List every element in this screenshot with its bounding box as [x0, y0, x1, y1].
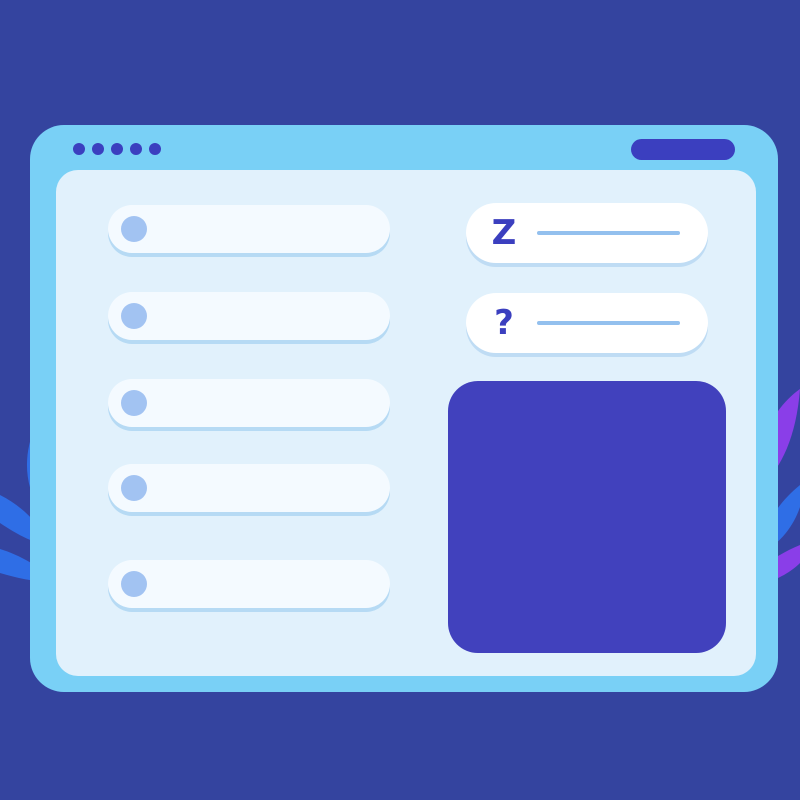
list-item[interactable]	[108, 464, 390, 512]
bullet-icon	[121, 571, 147, 597]
list-item[interactable]	[108, 205, 390, 253]
question-card[interactable]: ?	[466, 293, 708, 353]
list-item[interactable]	[108, 292, 390, 340]
bullet-icon	[121, 475, 147, 501]
window-dot-icon[interactable]	[130, 143, 142, 155]
bullet-icon	[121, 390, 147, 416]
sleep-card[interactable]: Z	[466, 203, 708, 263]
window-dot-icon[interactable]	[92, 143, 104, 155]
media-placeholder[interactable]	[448, 381, 726, 653]
window-controls	[73, 143, 161, 155]
window-dot-icon[interactable]	[73, 143, 85, 155]
list-item[interactable]	[108, 379, 390, 427]
window-dot-icon[interactable]	[149, 143, 161, 155]
window-dot-icon[interactable]	[111, 143, 123, 155]
sleep-z-icon: Z	[491, 213, 517, 253]
bullet-icon	[121, 216, 147, 242]
question-mark-icon: ?	[494, 303, 514, 343]
text-placeholder-line	[537, 321, 680, 325]
top-right-pill-button[interactable]	[631, 139, 735, 160]
bullet-icon	[121, 303, 147, 329]
list-item[interactable]	[108, 560, 390, 608]
text-placeholder-line	[537, 231, 680, 235]
